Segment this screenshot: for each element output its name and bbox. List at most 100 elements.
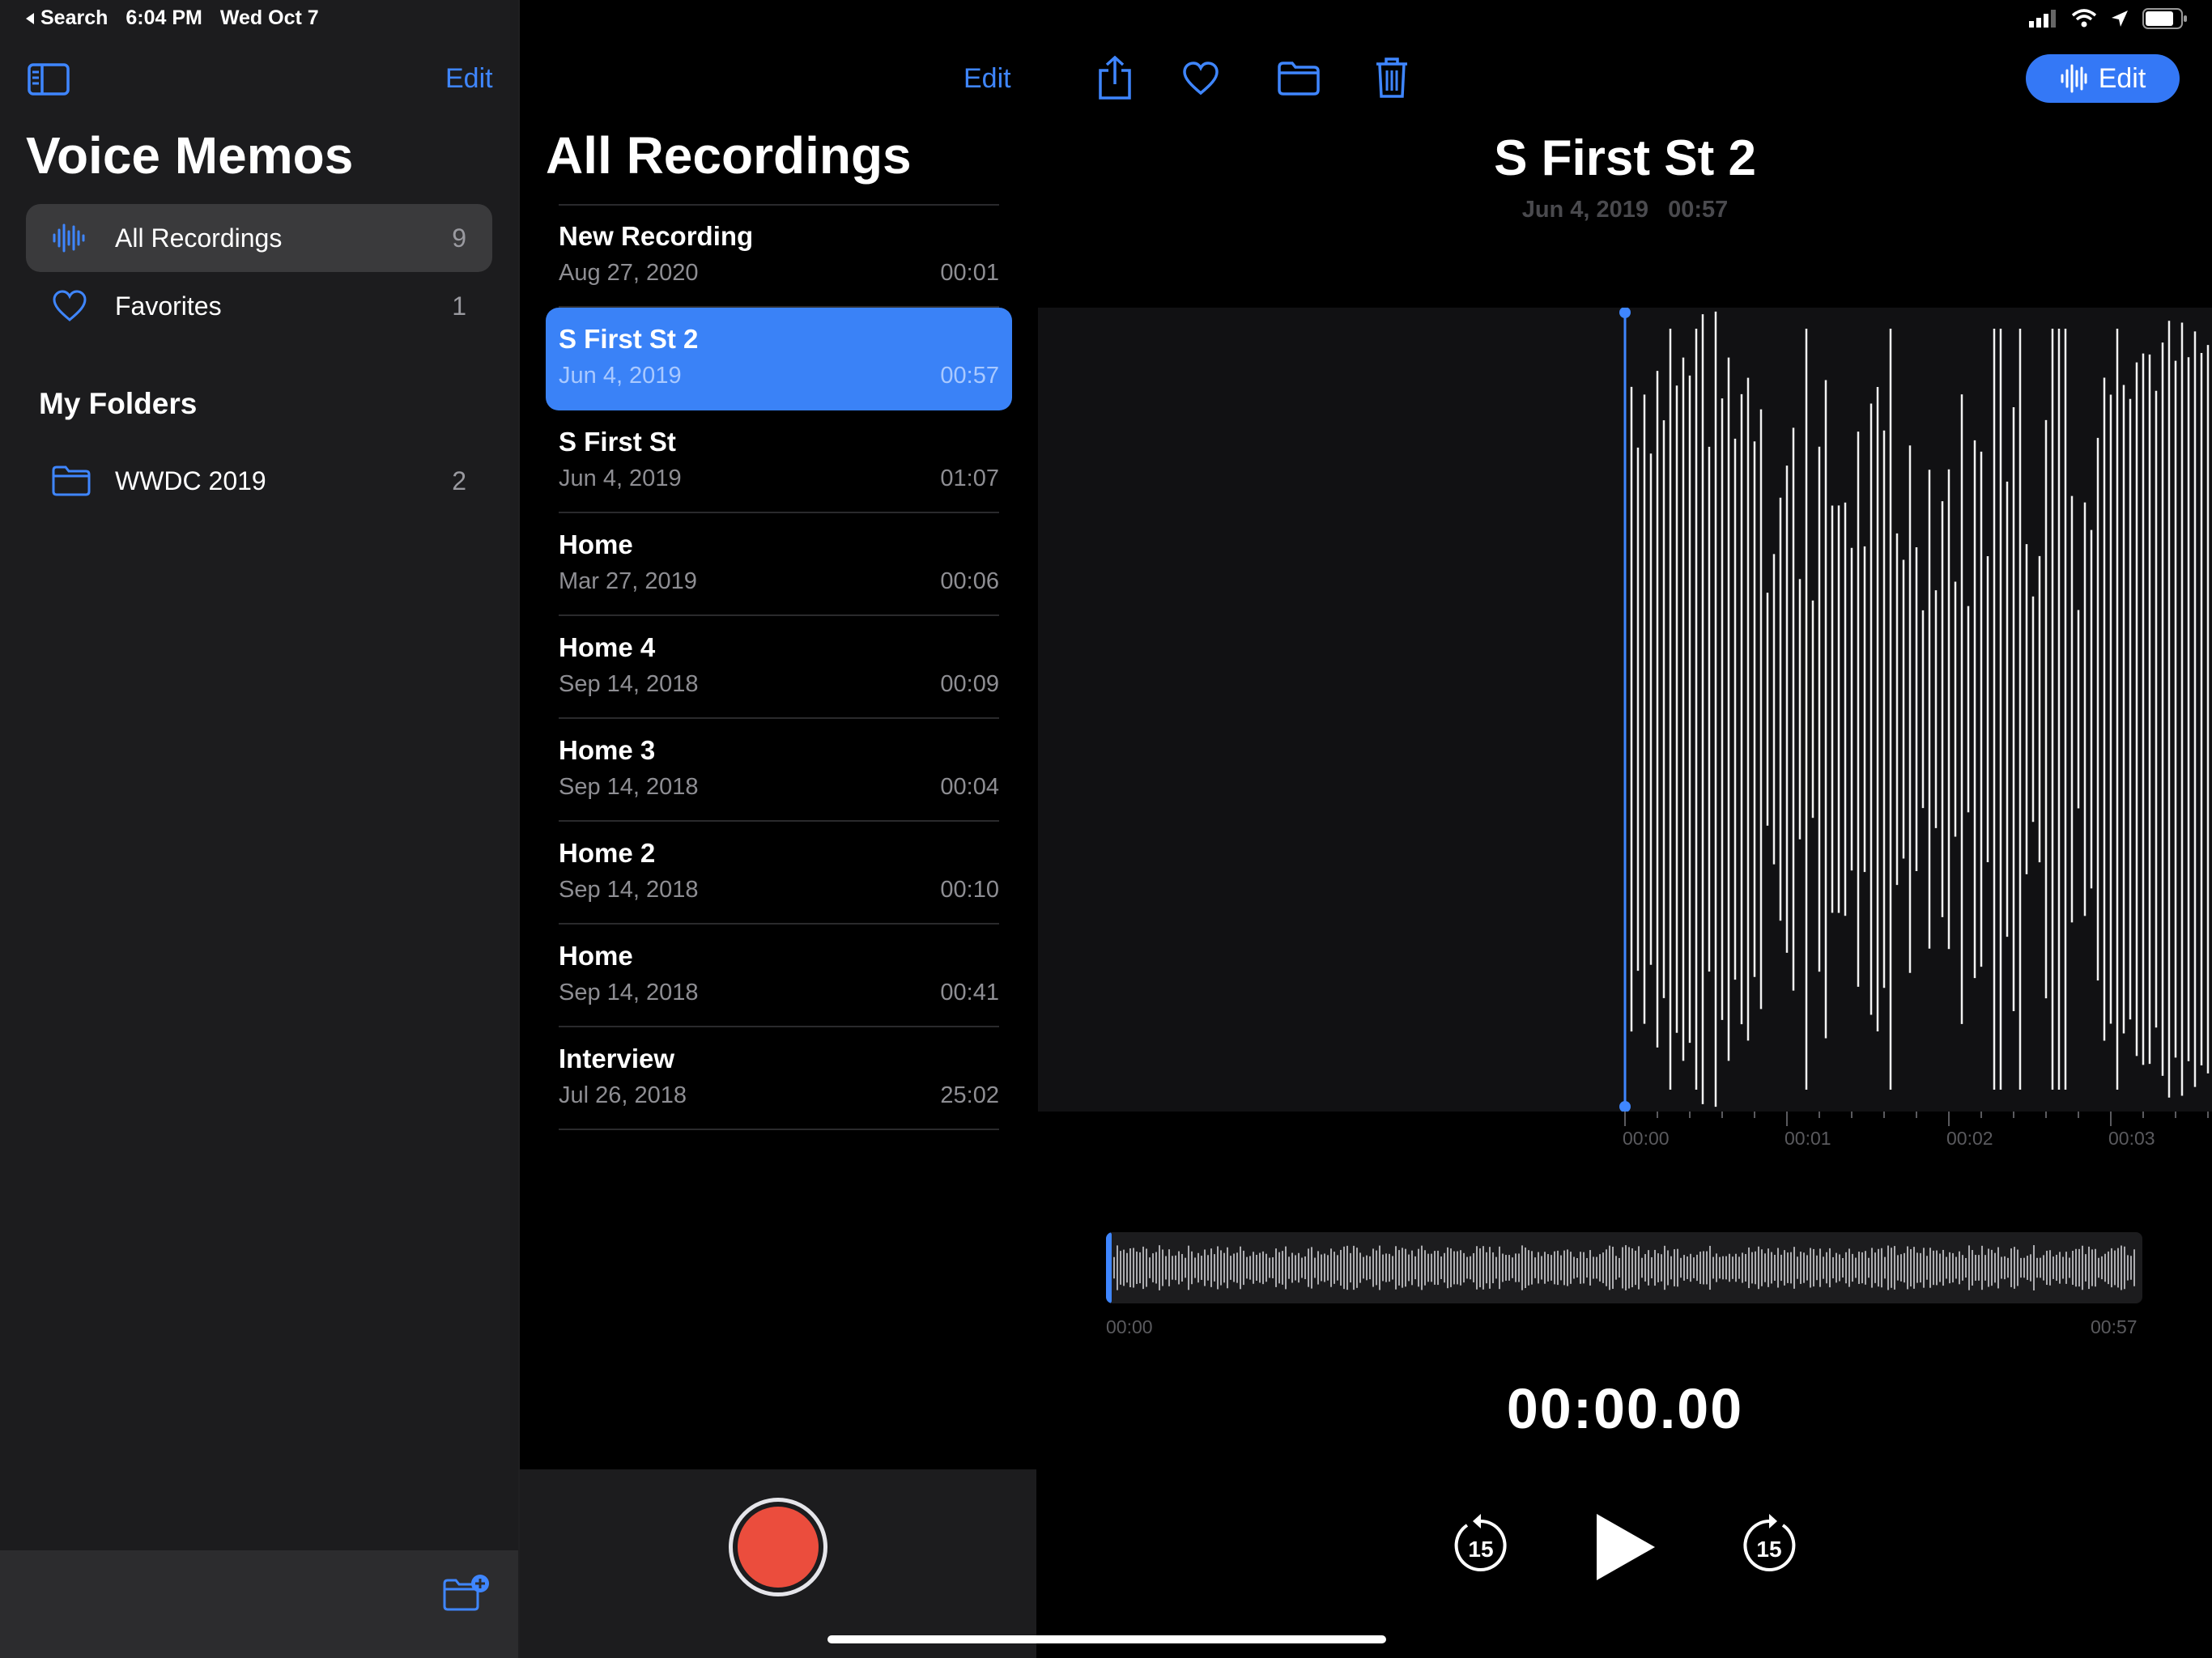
scrubber-playhead[interactable] [1106, 1232, 1112, 1303]
recording-date: Sep 14, 2018 [559, 671, 699, 697]
sidebar-item-count: 1 [452, 291, 466, 321]
list-title: All Recordings [546, 126, 912, 185]
status-time: 6:04 PM [125, 6, 202, 29]
edit-label: Edit [2098, 62, 2146, 94]
sidebar-item-label: All Recordings [115, 223, 283, 253]
list-edit-button[interactable]: Edit [963, 63, 1011, 95]
tick-label: 00:02 [1946, 1128, 1993, 1149]
sidebar-title: Voice Memos [26, 126, 354, 185]
share-icon[interactable] [1096, 55, 1134, 100]
recording-row[interactable]: Home Sep 14, 2018 00:41 [546, 925, 1012, 1027]
recording-date: Mar 27, 2019 [559, 568, 697, 594]
recording-duration: 01:07 [940, 466, 999, 491]
playback-timer: 00:00.00 [1506, 1377, 1744, 1440]
recording-row[interactable]: Home 3 Sep 14, 2018 00:04 [546, 719, 1012, 822]
heart-icon [53, 290, 87, 321]
sidebar-toolbar [0, 1550, 518, 1658]
recording-row[interactable]: Home Mar 27, 2019 00:06 [546, 513, 1012, 616]
sidebar-item-count: 2 [452, 466, 466, 495]
waveform-icon [53, 223, 85, 253]
new-folder-icon[interactable] [442, 1574, 491, 1611]
tick-label: 00:03 [2108, 1128, 2155, 1149]
back-arrow-icon [26, 12, 34, 24]
recording-title: S First St 2 [1494, 130, 1756, 186]
recording-name: Home [559, 941, 633, 971]
recording-name: New Recording [559, 221, 754, 251]
recording-duration: 00:01 [940, 260, 999, 286]
edit-recording-button[interactable]: Edit [2026, 54, 2180, 103]
recording-date: Sep 14, 2018 [559, 774, 699, 800]
favorite-heart-icon[interactable] [1182, 62, 1219, 96]
recording-date: Sep 14, 2018 [559, 980, 699, 1005]
recording-row-selected[interactable]: S First St 2 Jun 4, 2019 00:57 [546, 308, 1012, 410]
recording-row[interactable]: Home 4 Sep 14, 2018 00:09 [546, 616, 1012, 719]
recording-row[interactable]: Home 2 Sep 14, 2018 00:10 [546, 822, 1012, 925]
recording-duration: 00:10 [940, 877, 999, 903]
recording-date: Jul 26, 2018 [559, 1082, 687, 1108]
recording-name: Home 4 [559, 632, 656, 662]
playhead-top-knob [1619, 308, 1631, 318]
trash-icon[interactable] [1375, 57, 1409, 99]
overview-scrubber[interactable] [1106, 1232, 2142, 1303]
sidebar-item-all-recordings[interactable]: All Recordings 9 [26, 204, 492, 272]
recording-meta: Jun 4, 2019 00:57 [1038, 197, 2212, 223]
waveform-icon [2061, 64, 2087, 93]
recording-row[interactable]: S First St Jun 4, 2019 01:07 [546, 410, 1012, 513]
recording-duration: 00:57 [940, 363, 999, 389]
recording-duration: 00:06 [940, 568, 999, 594]
recording-length: 00:57 [1668, 197, 1729, 223]
status-date: Wed Oct 7 [219, 6, 319, 29]
recording-row[interactable]: New Recording Aug 27, 2020 00:01 [546, 205, 1012, 308]
sidebar-toggle-icon[interactable] [28, 63, 70, 96]
row-separator [559, 1129, 999, 1130]
folder-icon [52, 466, 91, 496]
skip-forward-15-icon[interactable]: 15 [1739, 1511, 1799, 1575]
sidebar: Edit Voice Memos All Recordings 9 Favori… [0, 0, 518, 1658]
recording-name: Home 3 [559, 735, 656, 765]
home-indicator[interactable] [827, 1635, 1386, 1643]
recording-name: Home [559, 529, 633, 559]
battery-icon [2142, 8, 2187, 29]
recording-date: Jun 4, 2019 [559, 466, 682, 491]
recording-name: S First St [559, 427, 676, 457]
sidebar-item-favorites[interactable]: Favorites 1 [26, 272, 492, 340]
wifi-icon [2071, 9, 2097, 28]
recording-name: Home 2 [559, 838, 656, 868]
recording-name: Interview [559, 1044, 675, 1073]
recording-date: Sep 14, 2018 [559, 877, 699, 903]
scrubber-end-time: 00:57 [2091, 1316, 2138, 1337]
record-dot [738, 1507, 819, 1588]
skip-forward-seconds: 15 [1756, 1537, 1781, 1562]
sidebar-item-label: Favorites [115, 291, 222, 321]
sidebar-edit-button[interactable]: Edit [445, 63, 493, 95]
recording-date: Jun 4, 2019 [559, 363, 682, 389]
time-axis-ticks [1624, 1112, 2209, 1126]
waveform-view[interactable] [1038, 308, 2212, 1112]
status-bar: Search 6:04 PM Wed Oct 7 [0, 0, 2212, 37]
skip-back-15-icon[interactable]: 15 [1451, 1511, 1511, 1575]
tick-label: 00:00 [1623, 1128, 1670, 1149]
recording-detail: Edit S First St 2 Jun 4, 2019 00:57 00:0… [1038, 0, 2212, 1658]
recording-row[interactable]: Interview Jul 26, 2018 25:02 [546, 1027, 1012, 1130]
move-to-folder-icon[interactable] [1278, 62, 1320, 96]
skip-back-seconds: 15 [1468, 1537, 1493, 1562]
back-label: Search [40, 6, 108, 29]
recording-duration: 00:09 [940, 671, 999, 697]
waveform-bars [1619, 308, 2210, 1112]
recordings-list: Edit All Recordings New Recording Aug 27… [520, 0, 1036, 1658]
record-button[interactable] [729, 1498, 827, 1596]
recording-date: Jun 4, 2019 [1521, 197, 1649, 223]
sidebar-item-label: WWDC 2019 [115, 466, 266, 495]
sidebar-item-count: 9 [452, 223, 466, 253]
overview-waveform [1106, 1232, 2135, 1303]
back-to-search[interactable]: Search [24, 6, 108, 30]
recording-duration: 25:02 [940, 1082, 999, 1108]
recording-date: Aug 27, 2020 [559, 260, 699, 286]
recording-duration: 00:04 [940, 774, 999, 800]
play-icon[interactable] [1593, 1511, 1658, 1584]
scrubber-start-time: 00:00 [1106, 1316, 1153, 1337]
time-axis: 00:00 00:01 00:02 00:03 [1038, 1112, 2212, 1160]
signal-icon [2029, 10, 2056, 28]
location-icon [2112, 11, 2128, 27]
sidebar-item-folder-wwdc-2019[interactable]: WWDC 2019 2 [26, 447, 492, 515]
